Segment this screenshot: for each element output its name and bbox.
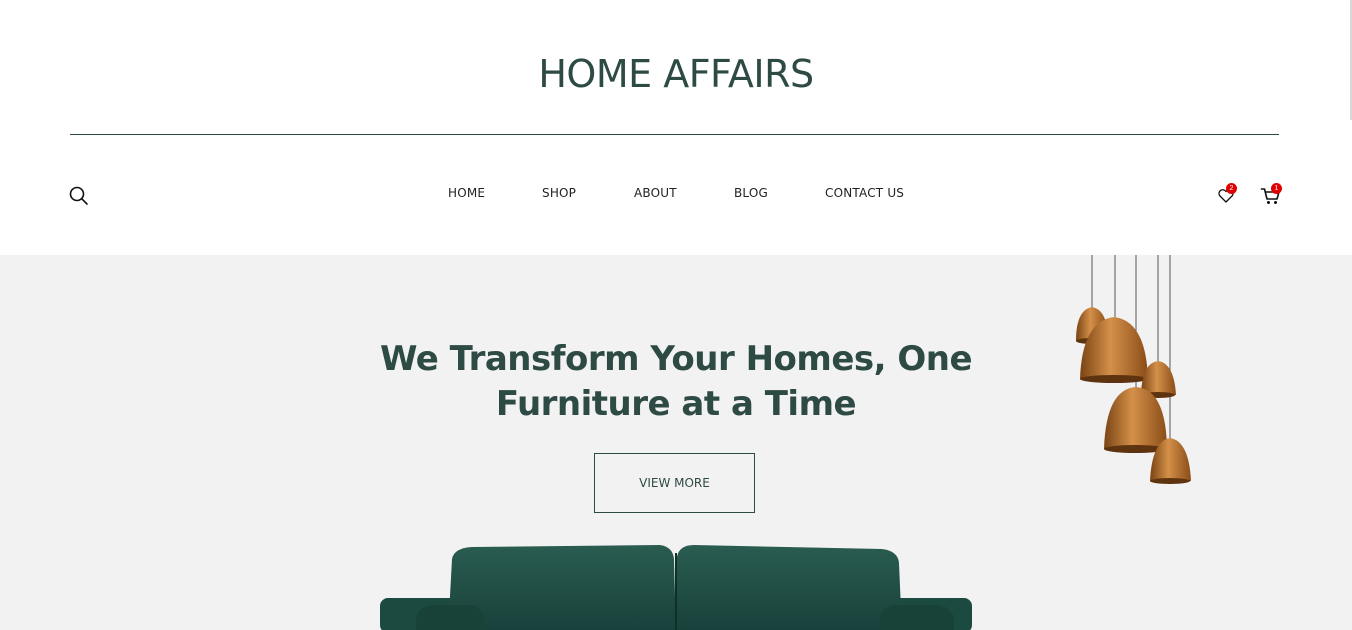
heart-icon [1216, 189, 1236, 210]
wishlist-count-badge: 2 [1226, 183, 1237, 194]
hero-headline-line-1: We Transform Your Homes, One [379, 339, 973, 379]
wishlist-button[interactable]: 2 [1216, 183, 1237, 206]
nav-about[interactable]: ABOUT [634, 186, 677, 200]
nav-home[interactable]: HOME [448, 186, 485, 200]
cart-button[interactable]: 1 [1260, 183, 1282, 206]
view-more-button[interactable]: VIEW MORE [594, 453, 755, 513]
nav-blog[interactable]: BLOG [734, 186, 768, 200]
header-divider [70, 134, 1279, 135]
hero-headline: We Transform Your Homes, One Furniture a… [376, 337, 976, 427]
nav-contact-us[interactable]: CONTACT US [825, 186, 904, 200]
hero-headline-line-2: Furniture at a Time [495, 384, 857, 424]
cart-icon [1260, 188, 1282, 210]
hero-banner: We Transform Your Homes, One Furniture a… [0, 255, 1352, 630]
nav-shop[interactable]: SHOP [542, 186, 576, 200]
main-nav: HOME SHOP ABOUT BLOG CONTACT US [0, 186, 1352, 204]
brand-logo[interactable]: HOME AFFAIRS [0, 52, 1352, 96]
site-header: HOME AFFAIRS HOME SHOP ABOUT BLOG CONTAC… [0, 0, 1352, 255]
green-sofa-image [380, 543, 980, 630]
cart-count-badge: 1 [1271, 183, 1282, 194]
pendant-lamps-image [1070, 255, 1200, 495]
